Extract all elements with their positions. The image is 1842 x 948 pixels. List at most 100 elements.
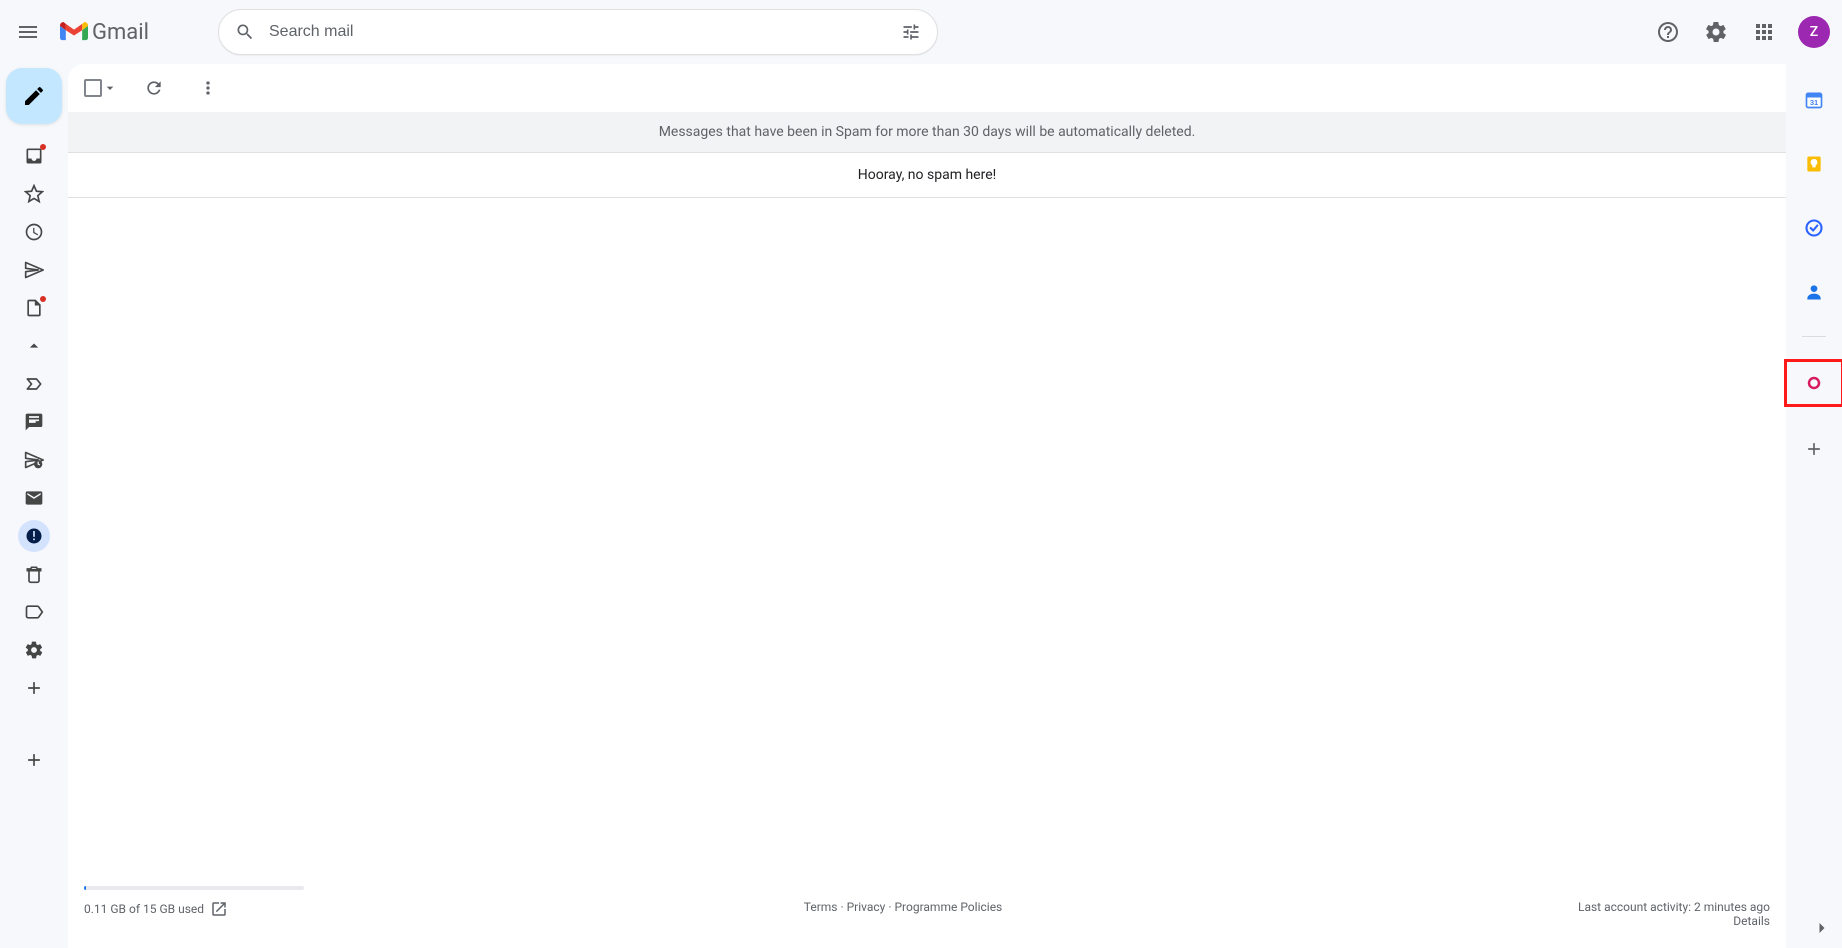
trash-icon — [24, 564, 44, 584]
gmail-logo-icon — [60, 21, 88, 43]
clock-icon — [24, 222, 44, 242]
nav-sent[interactable] — [18, 254, 50, 286]
nav-new-label[interactable] — [18, 744, 50, 776]
important-icon — [24, 374, 44, 394]
search-bar[interactable] — [218, 9, 938, 55]
tune-icon — [901, 22, 921, 42]
empty-text: Hooray, no spam here! — [858, 167, 996, 183]
select-dropdown[interactable] — [102, 80, 118, 96]
banner-text: Messages that have been in Spam for more… — [659, 124, 1196, 140]
plus-icon — [24, 678, 44, 698]
footer: 0.11 GB of 15 GB used Terms · Privacy · … — [68, 876, 1786, 948]
search-button[interactable] — [225, 12, 265, 52]
apps-button[interactable] — [1744, 12, 1784, 52]
checkbox-icon — [84, 79, 102, 97]
plus-icon — [1804, 439, 1824, 459]
nav-manage-labels[interactable] — [18, 634, 50, 666]
tasks-icon — [1804, 218, 1824, 238]
spam-icon — [24, 526, 44, 546]
nav-starred[interactable] — [18, 178, 50, 210]
header: Gmail Z — [0, 0, 1842, 64]
nav-important[interactable] — [18, 368, 50, 400]
avatar-initial: Z — [1810, 24, 1818, 40]
search-input[interactable] — [265, 23, 891, 41]
account-avatar[interactable]: Z — [1798, 16, 1830, 48]
product-name: Gmail — [92, 20, 149, 45]
empty-state: Hooray, no spam here! — [68, 153, 1786, 198]
pencil-icon — [22, 84, 46, 108]
policies-link[interactable]: Programme Policies — [894, 900, 1002, 914]
menu-icon — [16, 20, 40, 44]
logo[interactable]: Gmail — [60, 20, 180, 45]
side-contacts[interactable] — [1794, 272, 1834, 312]
toolbar — [68, 64, 1786, 112]
spam-info-banner: Messages that have been in Spam for more… — [68, 112, 1786, 153]
nav-less[interactable] — [18, 330, 50, 362]
star-icon — [24, 184, 44, 204]
apps-grid-icon — [1752, 20, 1776, 44]
chat-icon — [24, 412, 44, 432]
support-button[interactable] — [1648, 12, 1688, 52]
keep-icon — [1804, 154, 1824, 174]
side-panel: 31 — [1786, 64, 1842, 948]
svg-text:31: 31 — [1810, 98, 1818, 107]
contacts-icon — [1804, 282, 1824, 302]
nav-all-mail[interactable] — [18, 482, 50, 514]
search-icon — [235, 22, 255, 42]
main-content: Messages that have been in Spam for more… — [68, 64, 1786, 948]
chevron-up-icon — [24, 336, 44, 356]
nav-drafts[interactable] — [18, 292, 50, 324]
side-collapse[interactable] — [1810, 916, 1834, 940]
refresh-button[interactable] — [136, 70, 172, 106]
addon-circle-icon — [1804, 373, 1824, 393]
dropdown-icon — [102, 79, 118, 97]
side-get-addons[interactable] — [1794, 429, 1834, 469]
compose-button[interactable] — [6, 68, 62, 124]
footer-activity: Last account activity: 2 minutes ago Det… — [1578, 900, 1770, 928]
side-tasks[interactable] — [1794, 208, 1834, 248]
gear-icon — [1704, 20, 1728, 44]
side-addon-highlighted[interactable] — [1786, 361, 1842, 405]
activity-text: Last account activity: 2 minutes ago — [1578, 900, 1770, 914]
privacy-link[interactable]: Privacy — [847, 900, 886, 914]
drafts-badge — [40, 296, 46, 302]
refresh-icon — [144, 78, 164, 98]
side-divider — [1802, 336, 1826, 337]
quota-fill — [84, 886, 86, 890]
storage-link[interactable] — [210, 900, 228, 918]
search-options-button[interactable] — [891, 12, 931, 52]
settings-button[interactable] — [1696, 12, 1736, 52]
select-all-checkbox[interactable] — [84, 79, 118, 97]
all-mail-icon — [24, 488, 44, 508]
footer-storage: 0.11 GB of 15 GB used — [84, 900, 228, 918]
nav-bin[interactable] — [18, 558, 50, 590]
footer-links: Terms · Privacy · Programme Policies — [228, 900, 1578, 914]
nav-scheduled[interactable] — [18, 444, 50, 476]
details-link[interactable]: Details — [1733, 914, 1770, 928]
nav-chats[interactable] — [18, 406, 50, 438]
scheduled-icon — [24, 450, 44, 470]
inbox-badge — [40, 144, 46, 150]
send-icon — [24, 260, 44, 280]
more-vert-icon — [198, 78, 218, 98]
gear-small-icon — [24, 640, 44, 660]
label-icon — [24, 602, 44, 622]
nav-snoozed[interactable] — [18, 216, 50, 248]
nav-categories[interactable] — [18, 596, 50, 628]
nav-spam[interactable] — [18, 520, 50, 552]
chevron-right-icon — [1812, 918, 1832, 938]
left-nav — [0, 64, 68, 948]
open-in-new-icon — [210, 900, 228, 918]
calendar-icon: 31 — [1804, 90, 1824, 110]
more-button[interactable] — [190, 70, 226, 106]
help-icon — [1656, 20, 1680, 44]
side-calendar[interactable]: 31 — [1794, 80, 1834, 120]
main-menu-button[interactable] — [8, 12, 48, 52]
nav-create-label[interactable] — [18, 672, 50, 704]
quota-bar — [84, 886, 304, 890]
terms-link[interactable]: Terms — [804, 900, 838, 914]
nav-inbox[interactable] — [18, 140, 50, 172]
quota-text: 0.11 GB of 15 GB used — [84, 902, 204, 916]
side-keep[interactable] — [1794, 144, 1834, 184]
plus-icon — [24, 750, 44, 770]
